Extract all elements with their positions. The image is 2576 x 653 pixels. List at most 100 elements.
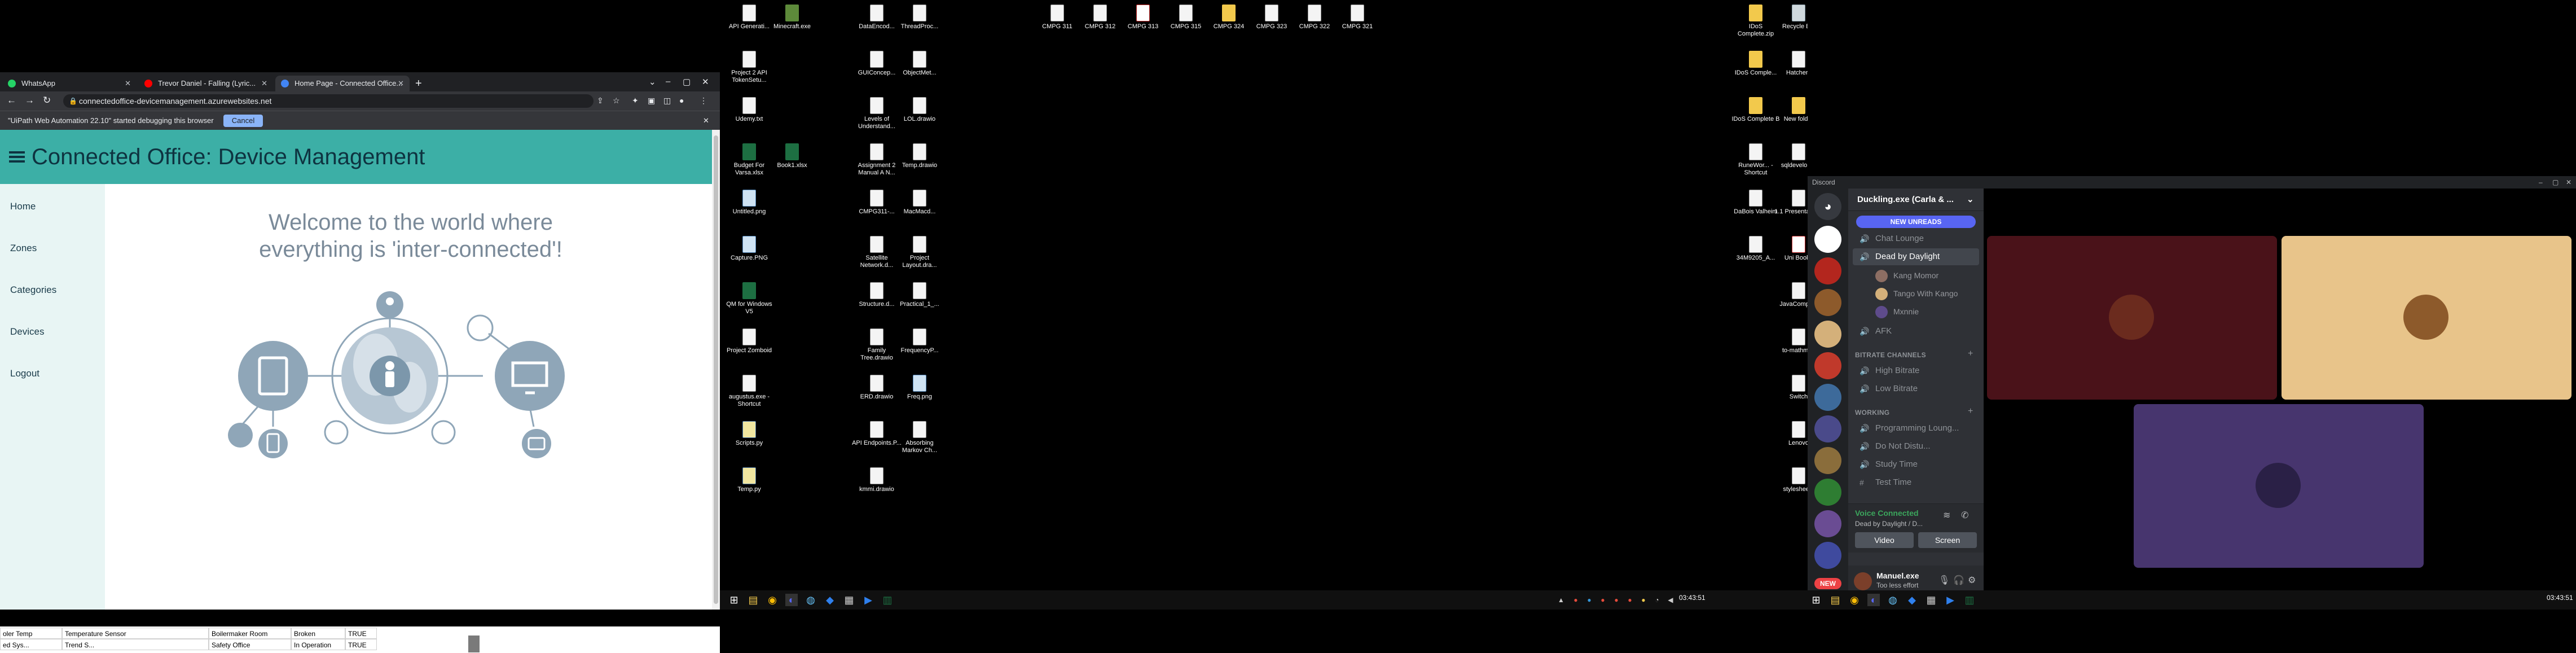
profile-avatar[interactable]: ● [679,96,684,105]
desktop-icon[interactable]: CMPG 313 [1118,5,1168,30]
avatar[interactable] [1854,572,1872,590]
desktop-icon[interactable]: DataEncod... [852,5,902,30]
close-tab-icon[interactable]: ✕ [125,76,131,91]
hamburger-menu-icon[interactable] [9,151,25,163]
desktop-icon[interactable]: Freq.png [895,375,944,401]
close-tab-icon[interactable]: ✕ [398,76,404,91]
desktop-icon[interactable]: CMPG 315 [1161,5,1211,30]
channel-low-bitrate[interactable]: 🔊 Low Bitrate [1853,380,1979,397]
excel-cell[interactable]: ed Sys... [0,639,62,650]
tray-overflow-icon[interactable]: ▲ [1555,594,1567,606]
channel-dead-by-daylight[interactable]: 🔊 Dead by Daylight [1853,248,1979,265]
scrollbar-thumb[interactable] [714,135,718,604]
visual-studio-icon[interactable]: ▶ [1944,594,1957,606]
desktop-icon[interactable]: FrequencyP... [895,328,944,354]
excel-cell[interactable]: Temperature Sensor [62,628,209,639]
new-tab-button[interactable]: + [415,76,422,91]
close-window-icon[interactable]: ✕ [2566,176,2571,189]
desktop-icon[interactable]: sqldeveloper [1774,143,1808,169]
desktop-icon[interactable]: DaBois Valheim [1731,190,1781,216]
desktop-icon[interactable]: Untitled.png [724,190,774,216]
excel-cell[interactable]: TRUE [345,639,377,650]
server-icon[interactable] [1814,542,1841,569]
voice-status[interactable]: Voice Connected [1855,509,1919,518]
tab-youtube[interactable]: Trevor Daniel - Falling (Lyric... ✕ [139,76,273,91]
tab-search-icon[interactable]: ⌄ [649,77,656,87]
channel-study-time[interactable]: 🔊 Study Time [1853,456,1979,473]
desktop-icon[interactable]: Levels of Understand... [852,97,902,130]
share-icon[interactable]: ⇪ [597,96,604,106]
desktop-icon[interactable]: ThreadProc... [895,5,944,30]
desktop-icon[interactable]: Book1.xlsx [767,143,817,169]
desktop-icon[interactable]: Budget For Varsa.xlsx [724,143,774,177]
desktop-icon[interactable]: 1.1 Presentations [1774,190,1808,216]
chrome-icon[interactable]: ◉ [766,594,779,606]
bookmark-star-icon[interactable]: ☆ [613,96,620,106]
page-scrollbar[interactable] [712,130,720,610]
lock-icon[interactable]: 🔒 [69,94,77,108]
desktop-icon[interactable]: LOL.drawio [895,97,944,123]
desktop-icon[interactable]: CMPG 311 [1032,5,1082,30]
desktop-icon[interactable]: Switch [1774,375,1808,401]
desktop-icon[interactable]: Uni Books [1774,236,1808,262]
desktop-icon[interactable]: Practical_1_... [895,282,944,308]
desktop-icon[interactable]: 34M9205_A... [1731,236,1781,262]
desktop-icon[interactable]: CMPG 323 [1247,5,1296,30]
excel-cell[interactable]: In Operation [291,639,345,650]
desktop-icon[interactable]: API Endpoints.P... [852,421,902,447]
desktop-icon[interactable]: MacMacd... [895,190,944,216]
vscode-icon[interactable]: ◆ [1906,594,1918,606]
desktop-icon[interactable]: Absorbing Markov Ch... [895,421,944,454]
participant-tile[interactable] [2134,404,2424,568]
desktop-icon[interactable]: Project Zomboid [724,328,774,354]
discord-icon[interactable]: ◐ [785,594,798,606]
desktop-icon[interactable]: CMPG 321 [1333,5,1382,30]
server-icon[interactable] [1814,289,1841,316]
start-icon[interactable]: ⊞ [1810,594,1822,606]
steam-icon[interactable]: ◍ [805,594,817,606]
tray-app-icon[interactable]: ● [1583,594,1595,606]
desktop-icon[interactable]: ObjectMet... [895,51,944,77]
desktop-icon[interactable]: JavaCompiler [1774,282,1808,308]
desktop-icon[interactable]: IDoS Complete B [1731,97,1781,123]
excel-cell[interactable]: Safety Office [209,639,291,650]
gear-icon[interactable]: ⚙ [1968,575,1976,586]
nav-zones[interactable]: Zones [10,243,37,254]
desktop-icon[interactable]: stylesheets [1774,467,1808,493]
server-icon[interactable] [1814,226,1841,253]
chrome-icon[interactable]: ◉ [1848,594,1861,606]
desktop-icon[interactable]: CMPG 322 [1290,5,1339,30]
minimize-icon[interactable]: – [666,77,670,86]
maximize-icon[interactable]: ▢ [2552,176,2559,189]
desktop-icon[interactable]: Project Layout.dra... [895,236,944,269]
tab-connected-office[interactable]: Home Page - Connected Office... ✕ [275,76,410,91]
desktop-icon[interactable]: Udemy.txt [724,97,774,123]
tray-app-icon[interactable]: ● [1624,594,1636,606]
server-header[interactable]: Duckling.exe (Carla & ... ⌄ [1848,189,1984,211]
desktop-icon[interactable]: Capture.PNG [724,236,774,262]
menu-kebab-icon[interactable]: ⋮ [700,96,707,106]
desktop-icon[interactable]: Satellite Network.d... [852,236,902,269]
desktop-icon[interactable]: Project 2 API TokenSetu... [724,51,774,84]
desktop-icon[interactable]: Assignment 2 Manual A N... [852,143,902,177]
file-explorer-icon[interactable]: ▤ [1829,594,1841,606]
category-working[interactable]: WORKING [1855,409,1889,417]
desktop-icon[interactable]: Minecraft.exe [767,5,817,30]
start-icon[interactable]: ⊞ [728,594,740,606]
desktop-icon[interactable]: augustus.exe - Shortcut [724,375,774,408]
participant-tile[interactable] [1987,236,2277,400]
excel-cell[interactable]: TRUE [345,628,377,639]
address-bar[interactable]: 🔒 connectedoffice-devicemanagement.azure… [63,94,594,108]
voice-member[interactable]: Kang Momor [1875,268,1938,283]
desktop-icon[interactable]: Temp.py [724,467,774,493]
desktop-icon[interactable]: CMPG 324 [1204,5,1254,30]
server-icon[interactable] [1814,352,1841,379]
desktop-icon[interactable]: RuneWor... - Shortcut [1731,143,1781,177]
desktop-icon[interactable]: Lenovo [1774,421,1808,447]
discord-icon[interactable]: ◐ [1867,594,1880,606]
discord-home-icon[interactable]: ◕ [1814,193,1841,220]
desktop-icon[interactable]: CMPG 312 [1075,5,1125,30]
channel-chat-lounge[interactable]: 🔊 Chat Lounge [1853,230,1979,247]
desktop-icon[interactable]: to-mathml... [1774,328,1808,354]
nav-logout[interactable]: Logout [10,368,39,379]
